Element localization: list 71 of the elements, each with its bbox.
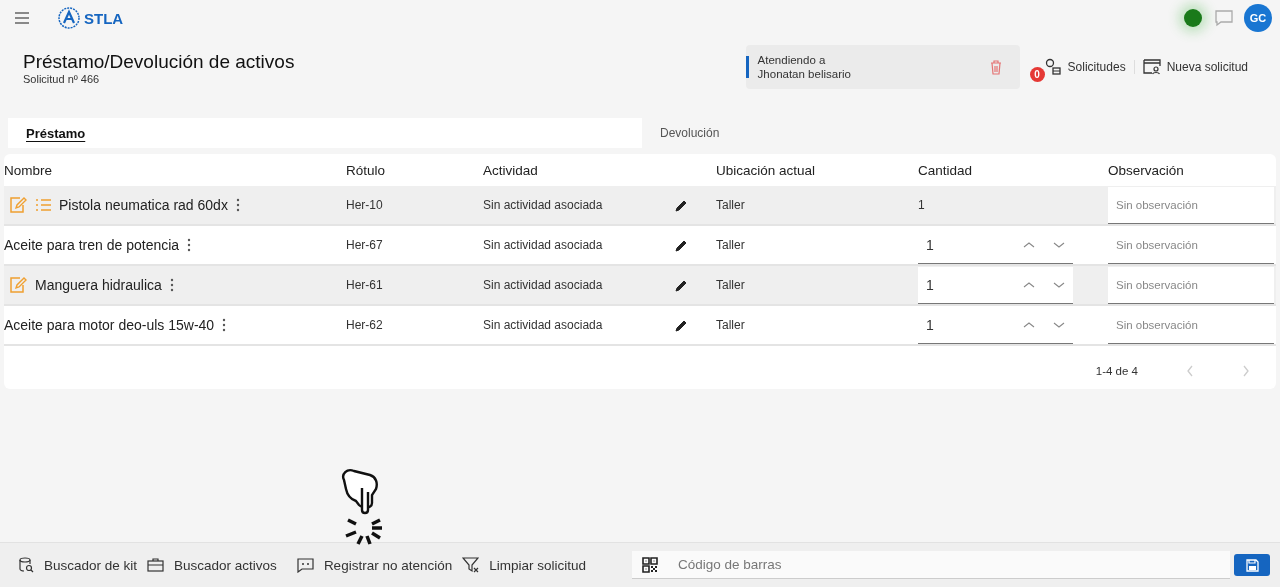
column-header: Nombre — [4, 162, 53, 178]
edit-note-icon — [9, 276, 27, 294]
table-cell-text: Her-61 — [346, 278, 384, 292]
save-button[interactable] — [1234, 554, 1270, 576]
message-icon — [296, 557, 314, 573]
count-badge: 0 — [1029, 67, 1045, 82]
asset-name: Aceite para tren de potencia — [4, 237, 180, 253]
table-cell-text: Taller — [716, 198, 746, 212]
chevron-up-icon[interactable] — [1023, 320, 1035, 329]
table-cell-text: Sin actividad asociada — [483, 238, 604, 252]
table-cell-text: Her-67 — [346, 238, 384, 252]
table-cell-text: Sin actividad asociada — [483, 318, 604, 332]
observation-field[interactable]: Sin observación — [1108, 186, 1274, 224]
pencil-icon[interactable] — [675, 278, 688, 292]
kebab-menu-icon[interactable] — [169, 278, 174, 292]
window-person-icon — [1142, 59, 1161, 75]
trash-icon[interactable] — [989, 59, 1002, 75]
table-cell-text: Her-10 — [346, 198, 384, 212]
briefcase-icon — [147, 558, 165, 572]
quantity-field[interactable]: 1 — [918, 266, 1073, 304]
database-search-icon — [18, 557, 34, 573]
clear-request-button[interactable]: Limpiar solicitud — [462, 557, 586, 573]
user-avatar[interactable]: GC — [1244, 4, 1272, 32]
request-number: Solicitud nº 466 — [23, 73, 101, 85]
app-name: STLA — [84, 9, 124, 27]
column-header: Cantidad — [918, 162, 974, 178]
no-attention-button[interactable]: Registrar no atención — [296, 557, 453, 573]
table-cell-text: 1 — [918, 198, 926, 212]
kebab-menu-icon[interactable] — [187, 238, 192, 252]
table-cell-text: Taller — [716, 278, 746, 292]
table-cell-text: Her-62 — [346, 318, 384, 332]
pencil-icon[interactable] — [675, 238, 688, 252]
new-request-button[interactable]: Nueva solicitud — [1138, 45, 1252, 89]
attending-name: Jhonatan belisario — [757, 67, 852, 81]
asset-name: Pistola neumatica rad 60dx — [59, 197, 228, 213]
chevron-up-icon[interactable] — [1023, 280, 1035, 289]
kebab-menu-icon[interactable] — [235, 198, 240, 212]
column-header: Rótulo — [346, 162, 387, 178]
save-icon — [1245, 558, 1259, 572]
table-cell-text: Taller — [716, 318, 746, 332]
page-title: Préstamo/Devolución de activos — [23, 51, 295, 73]
chat-icon[interactable] — [1214, 9, 1234, 27]
menu-icon[interactable] — [14, 12, 30, 24]
chevron-down-icon[interactable] — [1053, 240, 1065, 249]
observation-field[interactable]: Sin observación — [1108, 266, 1274, 304]
tab[interactable]: Préstamo — [8, 118, 642, 148]
chevron-up-icon[interactable] — [1023, 240, 1035, 249]
filter-clear-icon — [462, 557, 480, 573]
pencil-icon[interactable] — [675, 318, 688, 332]
table-cell-text: Sin actividad asociada — [483, 278, 604, 292]
table-cell-text: Sin actividad asociada — [483, 198, 604, 212]
tab[interactable]: Devolución — [642, 118, 1276, 148]
asset-name: Aceite para motor deo-uls 15w-40 — [4, 317, 215, 333]
asset-search-button[interactable]: Buscador activos — [147, 557, 277, 573]
table-cell-text: Taller — [716, 238, 746, 252]
qr-code-icon — [642, 557, 658, 573]
attending-label: Atendiendo a — [757, 53, 827, 67]
chevron-down-icon[interactable] — [1053, 280, 1065, 289]
kebab-menu-icon[interactable] — [222, 318, 227, 332]
column-header: Actividad — [483, 162, 539, 178]
chevron-down-icon[interactable] — [1053, 320, 1065, 329]
requests-button[interactable]: Solicitudes 0 — [1029, 45, 1130, 89]
logo-icon — [58, 7, 80, 29]
edit-note-icon — [9, 196, 27, 214]
page-range: 1-4 de 4 — [1095, 365, 1138, 377]
asset-name: Manguera hidraulica — [35, 277, 162, 293]
barcode-field[interactable]: Código de barras — [632, 551, 1230, 579]
kit-search-button[interactable]: Buscador de kit — [18, 557, 138, 573]
column-header: Ubicación actual — [716, 162, 817, 178]
pencil-icon[interactable] — [675, 198, 688, 212]
column-header: Observación — [1108, 162, 1185, 178]
